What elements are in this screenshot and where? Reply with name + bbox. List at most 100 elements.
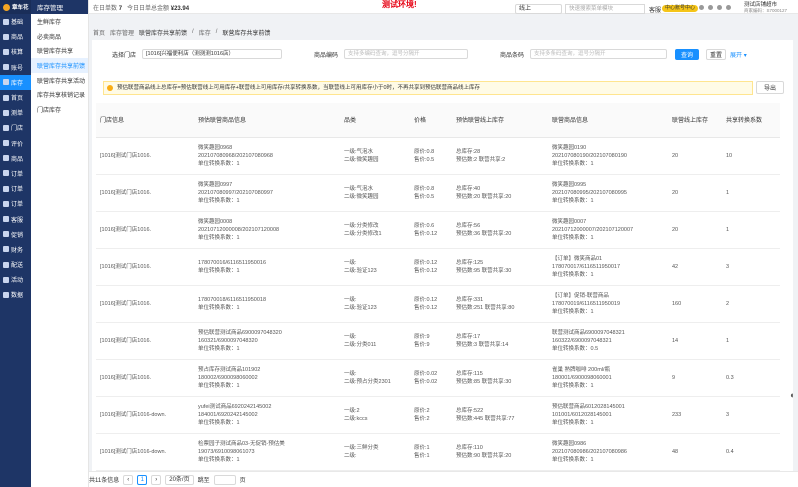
nav-item-10[interactable]: 订单	[0, 166, 31, 181]
nav-item-18[interactable]: 数据	[0, 287, 31, 302]
nav-item-5[interactable]: 首页	[0, 90, 31, 105]
table-row: [1016]测试门店1016. 微笑趣园0968 202107080968/2021…	[96, 137, 780, 175]
nav-item-2[interactable]: 核算	[0, 44, 31, 59]
message-icon[interactable]	[726, 5, 731, 10]
store-cell: [1016]测试门店1016.	[96, 211, 194, 249]
column-header-6: 联营线上库存	[668, 103, 722, 138]
brand-name: 章车花	[12, 5, 29, 11]
nav-item-3[interactable]: 账号	[0, 60, 31, 75]
goto-page-input[interactable]	[213, 474, 236, 485]
expand-button[interactable]: 展开 ▾	[730, 50, 747, 59]
nav-item-8[interactable]: 评价	[0, 136, 31, 151]
export-button[interactable]: 导出	[756, 81, 784, 94]
price-cell: 原价:0.6 售价:0.12	[410, 211, 452, 249]
sub-item-5[interactable]: 库存共享核销记录	[31, 87, 88, 102]
page-unit-label: 页	[239, 478, 246, 484]
table-row: [1016]测试门店1016. 178070016/6116511950016 单位…	[96, 248, 780, 286]
settings-icon[interactable]	[708, 5, 713, 10]
factor-cell: 1	[722, 211, 780, 249]
store-select[interactable]: [1016]兴福便利店（测测测1016店）	[142, 49, 283, 59]
page-size-select[interactable]: 20条/页	[165, 474, 194, 485]
linked-product-cell: 预估联营商品6012028145001 101001/6012028145001 单…	[548, 396, 668, 434]
barcode-input[interactable]: 支持多条码查询，逗号分隔开	[530, 49, 668, 59]
table-row: [1016]测试门店1016. 预占库存测试商品101902 180002/6900…	[96, 359, 780, 397]
store-cell: [1016]测试门店1016.	[96, 174, 194, 212]
breadcrumb: 首页 库存管理 联营库存共享前馈 / 库存 / 联营库存共享前馈	[89, 25, 798, 39]
factor-cell: 1	[722, 174, 780, 212]
linked-product-cell: 微笑趣园0986 202107080986/202107080986 单位转换系数：…	[548, 433, 668, 471]
linked-product-cell: 雀巢 熟牌咖啡 200ml/瓶 180001/6900098060001 单位转换系…	[548, 359, 668, 397]
category-cell: 一级:气泡水 二级:微笑趣园	[340, 137, 410, 175]
nav-icon	[3, 291, 9, 298]
account-center-badge[interactable]: 中心账号中心	[662, 5, 699, 12]
nav-item-12[interactable]: 订单	[0, 196, 31, 211]
crumb-home[interactable]: 首页	[93, 28, 105, 37]
nav-item-label: 商品	[11, 156, 24, 163]
prev-page-button[interactable]: ‹	[123, 474, 134, 485]
channel-select[interactable]: 线上	[515, 4, 562, 14]
menu-search-input[interactable]: 快速搜索菜单模块	[565, 4, 645, 14]
product-code-input[interactable]: 支持多编码查询，逗号分隔开	[344, 49, 469, 59]
nav-item-15[interactable]: 财务	[0, 242, 31, 257]
page-1-button[interactable]: 1	[137, 474, 148, 485]
price-cell: 原价:2 售价:2	[410, 396, 452, 434]
next-page-button[interactable]: ›	[151, 474, 162, 485]
nav-item-13[interactable]: 客服	[0, 211, 31, 226]
nav-item-16[interactable]: 配送	[0, 257, 31, 272]
product-cell: 178070018/6116511950018 单位转换系数：1	[194, 285, 340, 323]
sub-menu: 库存管理 生鲜库存 必卖商品 联营库存共享 联营库存共享前馈 联营库存共享活动 库存共享核…	[31, 0, 89, 487]
nav-icon	[3, 185, 9, 192]
stock-cell: 总库存:28 预估数:2 联营共享:2	[452, 137, 548, 175]
pagination: 共11条信息 ‹ 1 › 20条/页 跳至 页	[89, 471, 798, 487]
nav-item-17[interactable]: 活动	[0, 272, 31, 287]
sub-item-6[interactable]: 门店库存	[31, 102, 88, 117]
nav-icon	[3, 261, 9, 268]
sub-item-3[interactable]: 联营库存共享前馈	[31, 58, 88, 73]
crumb-current[interactable]: 联营库存共享前馈	[139, 28, 187, 37]
nav-item-label: 数据	[11, 293, 24, 300]
crumb-page: 联营库存共享前馈	[222, 30, 271, 37]
nav-item-label: 订单	[11, 171, 24, 178]
crumb-inventory[interactable]: 库存管理	[110, 28, 134, 37]
stock-cell: 总库存:56 预估数:36 联营共享:20	[452, 211, 548, 249]
query-button[interactable]: 查询	[675, 48, 700, 60]
nav-item-label: 配送	[11, 263, 24, 270]
nav-item-label: 核算	[11, 50, 24, 57]
nav-icon	[3, 124, 9, 131]
nav-item-9[interactable]: 商品	[0, 151, 31, 166]
sub-item-0[interactable]: 生鲜库存	[31, 14, 88, 29]
linked-product-cell: 【订单】促销-联营商品 178070019/6116511950019 单位转换系数…	[548, 285, 668, 323]
help-icon[interactable]	[699, 5, 704, 10]
reset-button[interactable]: 重置	[706, 48, 727, 60]
price-cell: 原价:0.02 售价:0.02	[410, 359, 452, 397]
column-header-4: 预估联营线上库存	[452, 103, 548, 138]
stock-cell: 总库存:17 预估数:3 联营共享:14	[452, 322, 548, 360]
nav-item-label: 订单	[11, 187, 24, 194]
today-amount-label: 今日日单总金额	[127, 6, 170, 12]
store-cell: [1016]测试门店1016.	[96, 359, 194, 397]
category-cell: 一级: 二级:验证123	[340, 285, 410, 323]
sub-item-1[interactable]: 必卖商品	[31, 29, 88, 44]
sub-item-4[interactable]: 联营库存共享活动	[31, 73, 88, 88]
nav-item-1[interactable]: 商品	[0, 29, 31, 44]
price-cell: 原价:0.12 售价:0.12	[410, 285, 452, 323]
category-cell: 一级:气泡水 二级:微笑趣园	[340, 174, 410, 212]
headset-icon[interactable]: ◖	[789, 390, 798, 402]
store-cell: [1016]测试门店1016.	[96, 137, 194, 175]
notice-icon[interactable]	[717, 5, 722, 10]
nav-item-4[interactable]: 库存	[0, 74, 31, 90]
nav-item-6[interactable]: 测单	[0, 105, 31, 120]
sub-item-2[interactable]: 联营库存共享	[31, 43, 88, 58]
table-row: [1016]测试门店1016. 微笑趣园0997 202107080997/2021…	[96, 174, 780, 212]
sub-menu-title: 库存管理	[31, 0, 88, 14]
user-info[interactable]: 测试店铺超市 商家编码：S7000127	[744, 2, 787, 14]
factor-cell: 0.3	[722, 359, 780, 397]
nav-item-7[interactable]: 门店	[0, 120, 31, 135]
nav-icon	[3, 33, 9, 40]
linked-stock-cell: 20	[668, 174, 722, 212]
linked-stock-cell: 14	[668, 322, 722, 360]
nav-item-11[interactable]: 订单	[0, 181, 31, 196]
nav-item-14[interactable]: 促销	[0, 227, 31, 242]
service-link[interactable]: 客服	[649, 5, 661, 14]
nav-item-0[interactable]: 基础	[0, 14, 31, 29]
